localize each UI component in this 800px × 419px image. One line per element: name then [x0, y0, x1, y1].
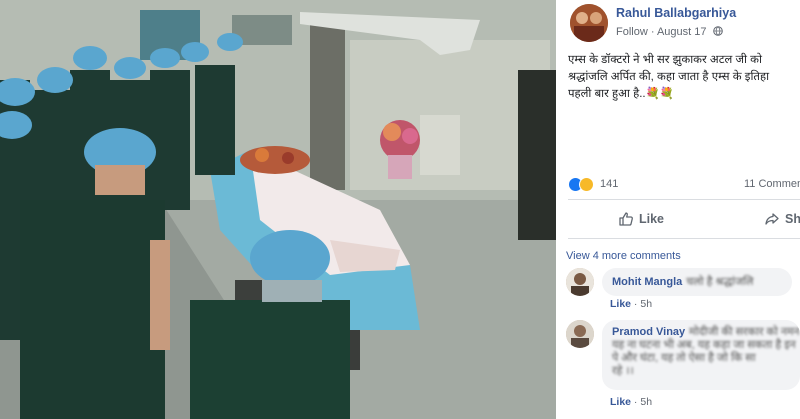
divider — [568, 238, 800, 239]
share-button[interactable]: Share — [764, 207, 800, 231]
comment-text-line: पे और घंटा, यह तो ऐसा है जो कि सा — [612, 352, 756, 364]
post-text-line: श्रद्धांजलि अर्पित की, कहा जाता है एम्स … — [568, 71, 770, 83]
commenter-avatar[interactable] — [566, 320, 594, 348]
comment-count[interactable]: 11 Comments — [744, 178, 800, 190]
comment-text: मोदीजी की सरकार को नमन — [689, 326, 800, 338]
commenter-name[interactable]: Mohit Mangla — [612, 276, 682, 288]
comment-text-line: यह ना घटना भी अब, यह कहा जा सकता है इन — [612, 339, 796, 351]
like-button[interactable]: Like — [618, 207, 664, 231]
comment-time[interactable]: 5h — [640, 396, 652, 408]
globe-icon — [712, 26, 723, 36]
commenter-name[interactable]: Pramod Vinay — [612, 326, 685, 338]
comment-item: Pramod Vinay मोदीजी की सरकार को नमन यह ना… — [566, 320, 800, 419]
thumbs-up-icon — [619, 212, 633, 226]
post-text: एम्स के डॉक्टरो ने भी सर झुकाकर अटल जी क… — [568, 52, 800, 103]
post-panel: Rahul Ballabgarhiya Follow · August 17 ए… — [556, 0, 800, 419]
post-text-line: एम्स के डॉक्टरो ने भी सर झुकाकर अटल जी क… — [568, 54, 762, 66]
post-date[interactable]: August 17 — [657, 26, 707, 38]
meta-separator: · — [647, 26, 657, 38]
share-button-label: Share — [785, 212, 800, 226]
comment-bubble: Mohit Mangla चलो है श्रद्धांजलि — [602, 268, 792, 296]
follow-link[interactable]: Follow — [616, 26, 648, 38]
sad-reaction-icon — [579, 177, 594, 192]
comment-bubble: Pramod Vinay मोदीजी की सरकार को नमन यह ना… — [602, 320, 800, 390]
author-avatar[interactable] — [570, 4, 608, 42]
comment-item: Mohit Mangla चलो है श्रद्धांजलि Like · 5h — [566, 268, 800, 312]
reaction-icons[interactable] — [568, 177, 602, 193]
post-actions: Like Share — [568, 207, 800, 231]
comment-text-line: रहे ।। — [612, 365, 634, 377]
comment-actions: Like · 5h — [610, 298, 653, 310]
reaction-count[interactable]: 141 — [600, 178, 618, 190]
comment-time[interactable]: 5h — [640, 298, 652, 310]
post-meta: Follow · August 17 — [616, 26, 723, 38]
share-icon — [765, 213, 779, 225]
comment-text: चलो है श्रद्धांजलि — [686, 276, 754, 288]
view-more-comments[interactable]: View 4 more comments — [566, 250, 681, 262]
like-button-label: Like — [639, 212, 665, 226]
post-photo[interactable] — [0, 0, 556, 419]
comment-actions: Like · 5h — [610, 396, 653, 408]
post-header: Rahul Ballabgarhiya Follow · August 17 — [570, 4, 800, 42]
comment-like-link[interactable]: Like — [610, 298, 631, 310]
comment-like-link[interactable]: Like — [610, 396, 631, 408]
author-name[interactable]: Rahul Ballabgarhiya — [616, 6, 736, 20]
post-stats: 141 11 Comments — [568, 176, 800, 194]
commenter-avatar[interactable] — [566, 268, 594, 296]
post-text-line: पहली बार हुआ है..💐💐 — [568, 88, 675, 100]
divider — [568, 199, 800, 200]
